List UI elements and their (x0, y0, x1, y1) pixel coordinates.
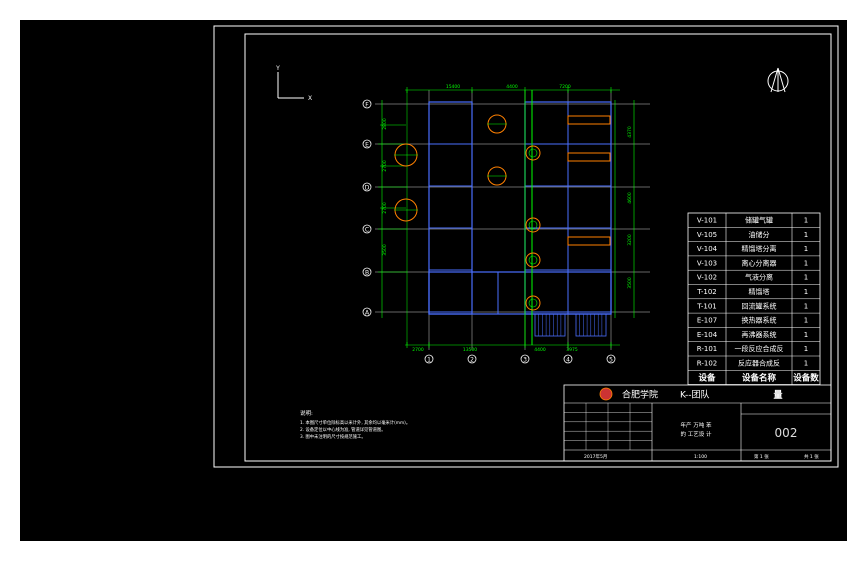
table-cell-qty: 1 (804, 288, 808, 296)
row-label: C (365, 227, 369, 234)
drawing-date: 2017年5月 (584, 453, 607, 460)
notes-line: 1. 本图尺寸单位除标高以米计外, 其余均以毫米计(mm)。 (300, 419, 410, 426)
col-label: 2 (470, 357, 474, 364)
stairs (534, 313, 607, 337)
exchanger-rect (567, 115, 611, 125)
title-block: 合肥学院 K--团队年产 万吨 苯的 工艺设 计 002 2017年5月 1:100 第 … (563, 384, 832, 462)
team-name: K--团队 (680, 389, 709, 401)
dim-text-left: 2800 (382, 118, 388, 130)
notes: 说明: 1. 本图尺寸单位除标高以米计外, 其余均以毫米计(mm)。2. 设备定位… (300, 409, 410, 440)
table-cell-code: R-101 (697, 345, 717, 353)
dim-text-left: 3500 (382, 244, 388, 256)
table-cell-name: 换热器系统 (742, 316, 777, 325)
table-cell-code: V-104 (697, 245, 718, 253)
table-cell-name: 再沸器系统 (742, 330, 777, 339)
reactor-circle (525, 252, 541, 268)
school-logo-icon (599, 387, 613, 401)
row-label: D (365, 185, 370, 192)
table-cell-code: V-105 (697, 231, 717, 239)
col-label: 5 (609, 357, 613, 364)
drawing-number: 002 (775, 426, 798, 440)
table-cell-name: 储罐气罐 (745, 216, 773, 225)
north-arrow-shape (770, 67, 786, 93)
exchanger-rect (567, 236, 611, 246)
table-cell-qty: 1 (804, 231, 808, 239)
school-name: 合肥学院 (622, 389, 658, 401)
drawing-scale: 1:100 (694, 454, 707, 460)
bottom-bay (428, 271, 612, 315)
dim-text-bottom: 2700 (412, 347, 424, 353)
table-extra-header: 量 (773, 389, 782, 401)
dim-text-right: 4370 (627, 126, 633, 138)
table-cell-name: 油储分 (749, 230, 770, 239)
axis-x-label: X (308, 95, 312, 102)
table-cell-name: 气液分离 (745, 273, 773, 282)
cad-drawing: YXFEDCBA1 2 3 4 515400 4400 72002700 13500 4400 3… (213, 25, 839, 468)
table-header-code: 设备 (698, 372, 716, 383)
table-cell-name: 精馏塔 (749, 287, 770, 296)
notes-line: 3. 图中未注明的尺寸按规范施工。 (300, 433, 366, 440)
table-cell-code: T-102 (696, 288, 717, 296)
col-label: 1 (427, 357, 431, 364)
col-label: 4 (566, 357, 570, 364)
table-cell-name: 离心分离器 (742, 258, 777, 267)
table-cell-name: 反应器合成反 (738, 359, 780, 368)
equipment-table: V-101 储罐气罐 1 V-105 油储分 1 V-104 精馏塔分离 1 V-103 离心分离器… (687, 212, 821, 386)
north-arrow-icon (767, 67, 789, 93)
ucs-axis-icon (277, 72, 304, 99)
table-header-name: 设备名称 (742, 372, 777, 383)
dim-text-left: 2700 (382, 160, 388, 172)
table-cell-qty: 1 (804, 217, 808, 225)
table-cell-name: 回流罐系统 (742, 301, 777, 310)
table-cell-qty: 1 (804, 274, 808, 282)
table-cell-qty: 1 (804, 302, 808, 310)
table-cell-qty: 1 (804, 245, 808, 253)
sheet-number: 第 1 张 (754, 453, 769, 460)
notes-title: 说明: (300, 409, 313, 417)
table-cell-code: E-104 (697, 331, 718, 339)
dim-text-left: 2700 (382, 202, 388, 214)
row-label: B (365, 270, 369, 277)
col-label: 3 (523, 357, 527, 364)
table-cell-qty: 1 (804, 360, 808, 368)
table-cell-code: V-102 (697, 274, 717, 282)
reactor-inner (528, 298, 538, 308)
dim-text-top: 15400 (446, 84, 460, 90)
sheet-total: 共 1 张 (804, 453, 819, 460)
cad-drawing-area[interactable]: Y X F E D C B A 1 2 3 4 5 15400 4400 7200 2700 13500 4400 3… (20, 20, 847, 541)
project-line1: 年产 万吨 苯 (681, 421, 712, 429)
table-cell-name: 一段反应合成反 (735, 344, 784, 353)
table-cell-code: R-102 (697, 360, 717, 368)
table-cell-qty: 1 (804, 331, 808, 339)
left-bay (428, 101, 473, 315)
table-cell-code: V-103 (697, 259, 717, 267)
exchanger-rect (567, 152, 611, 162)
reactor-circle (525, 295, 541, 311)
dim-text-right: 4600 (627, 192, 633, 204)
table-cell-code: V-101 (697, 217, 717, 225)
dim-text-right: 3200 (627, 234, 633, 246)
row-label: F (365, 102, 369, 109)
table-cell-qty: 1 (804, 259, 808, 267)
axis-y-label: Y (275, 65, 280, 72)
project-line2: 的 工艺设 计 (681, 430, 712, 438)
dim-text-bottom: 3975 (566, 347, 578, 353)
table-cell-qty: 1 (804, 317, 808, 325)
dim-text-top: 4400 (506, 84, 518, 90)
table-cell-name: 精馏塔分离 (742, 244, 777, 253)
reactor-inner (528, 148, 538, 158)
table-cell-code: E-107 (697, 317, 717, 325)
dim-text-bottom: 13500 (463, 347, 477, 353)
row-label: E (365, 142, 369, 149)
table-header-qty: 设备数 (793, 372, 819, 383)
reactor-inner (528, 255, 538, 265)
reactor-circle (525, 145, 541, 161)
dim-text-right: 3500 (627, 277, 633, 289)
dim-text-bottom: 4400 (534, 347, 546, 353)
table-cell-code: T-101 (696, 302, 717, 310)
notes-line: 2. 设备定位以中心线为准, 管道详见管道图。 (300, 426, 386, 433)
dim-text-top: 7200 (559, 84, 571, 90)
reactor-circle (525, 217, 541, 233)
table-cell-qty: 1 (804, 345, 808, 353)
